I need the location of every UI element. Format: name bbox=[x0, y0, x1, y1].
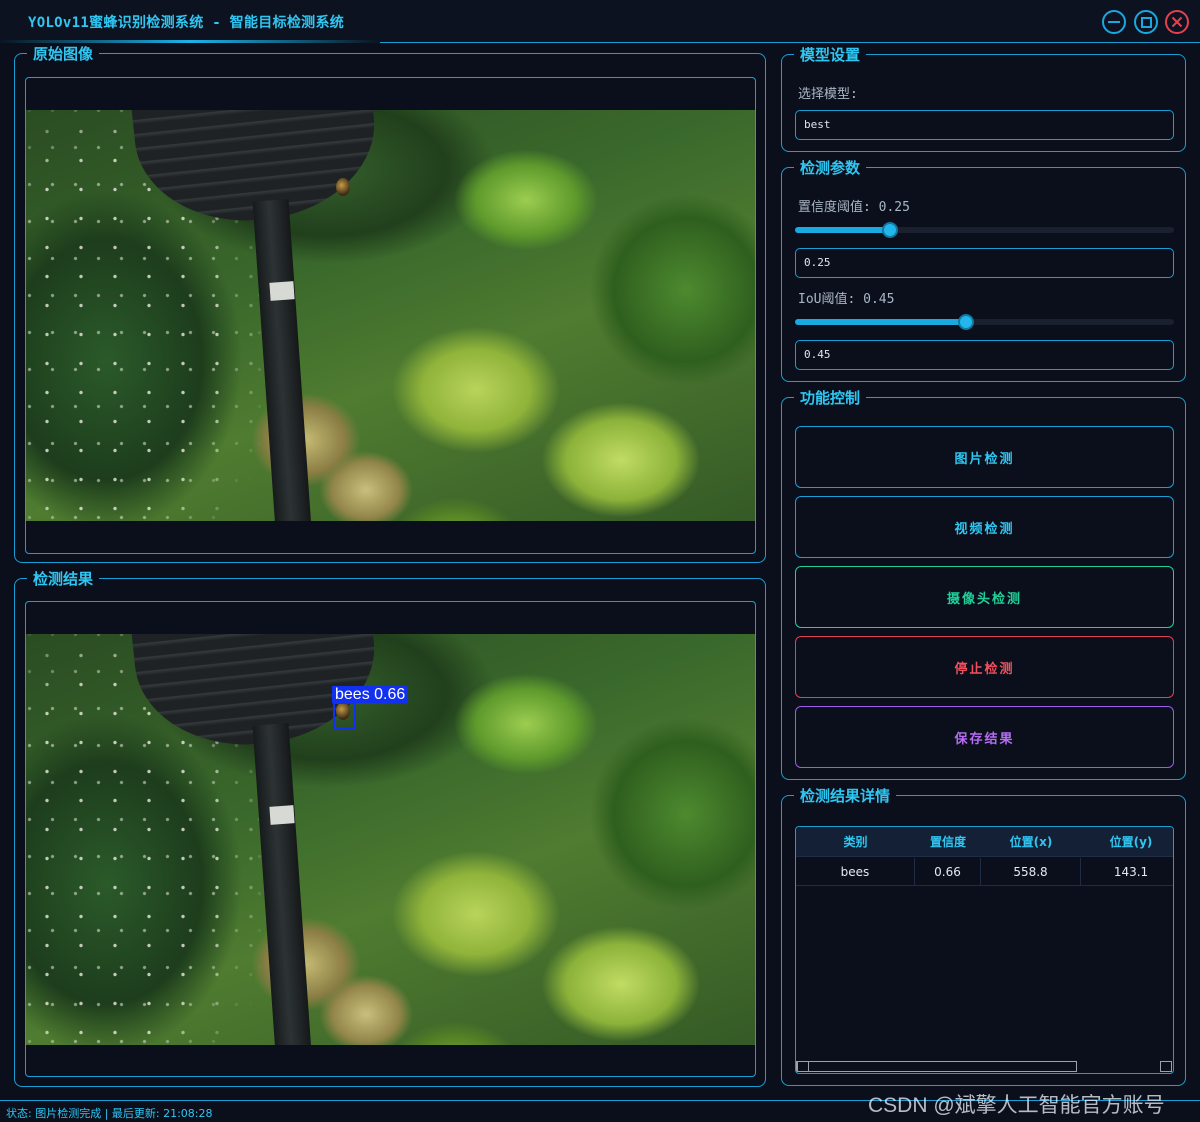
iou-slider-handle[interactable] bbox=[957, 314, 974, 330]
result-image-frame: bees 0.66 bbox=[25, 601, 756, 1077]
window-title: YOLOv11蜜蜂识别检测系统 - 智能目标检测系统 bbox=[28, 15, 345, 31]
original-image-title: 原始图像 bbox=[27, 44, 100, 64]
status-text: 状态: 图片检测完成 | 最后更新: 21:08:28 bbox=[6, 1107, 213, 1120]
function-controls-title: 功能控制 bbox=[794, 388, 867, 408]
close-icon bbox=[1171, 16, 1183, 28]
minimize-icon bbox=[1108, 21, 1120, 23]
model-select-label: 选择模型: bbox=[798, 87, 858, 102]
flower-texture bbox=[26, 110, 755, 521]
model-select[interactable]: best bbox=[795, 110, 1174, 140]
detection-params-panel: 检测参数 置信度阈值: 0.25 0.25 IoU阈值: 0.45 0.45 bbox=[781, 158, 1186, 382]
camera-detect-button[interactable]: 摄像头检测 bbox=[795, 566, 1174, 628]
iou-slider-fill bbox=[795, 319, 966, 325]
table-header: 类别 置信度 位置(x) 位置(y) bbox=[796, 827, 1173, 857]
title-bar: YOLOv11蜜蜂识别检测系统 - 智能目标检测系统 bbox=[0, 0, 1200, 43]
detection-bounding-box bbox=[333, 702, 356, 730]
original-image-frame bbox=[25, 77, 756, 554]
sensor-tag bbox=[269, 281, 295, 301]
cell-x: 558.8 bbox=[981, 858, 1081, 886]
save-result-button[interactable]: 保存结果 bbox=[795, 706, 1174, 768]
confidence-label: 置信度阈值: 0.25 bbox=[798, 200, 910, 215]
scroll-left-button[interactable] bbox=[797, 1061, 809, 1072]
horizontal-scrollbar[interactable] bbox=[796, 1059, 1173, 1073]
results-detail-panel: 检测结果详情 类别 置信度 位置(x) 位置(y) bees 0.66 558.… bbox=[781, 786, 1186, 1086]
sensor-tag bbox=[269, 805, 295, 825]
bee bbox=[336, 178, 350, 196]
maximize-icon bbox=[1140, 16, 1152, 28]
video-detect-button[interactable]: 视频检测 bbox=[795, 496, 1174, 558]
column-header-class[interactable]: 类别 bbox=[796, 827, 915, 857]
scrollbar-thumb[interactable] bbox=[796, 1061, 1077, 1072]
stop-detect-button[interactable]: 停止检测 bbox=[795, 636, 1174, 698]
detection-result-panel: 检测结果 bees 0.66 bbox=[14, 569, 766, 1087]
cell-y: 143.1 bbox=[1113, 865, 1149, 879]
title-accent-line bbox=[0, 40, 380, 43]
result-image: bees 0.66 bbox=[26, 634, 755, 1045]
confidence-slider-fill bbox=[795, 227, 890, 233]
column-header-y[interactable]: 位置(y) bbox=[1081, 827, 1173, 857]
detection-result-title: 检测结果 bbox=[27, 569, 100, 589]
cell-class: bees bbox=[796, 858, 915, 886]
function-controls-panel: 功能控制 图片检测 视频检测 摄像头检测 停止检测 保存结果 bbox=[781, 388, 1186, 780]
confidence-input[interactable]: 0.25 bbox=[795, 248, 1174, 278]
minimize-button[interactable] bbox=[1102, 10, 1126, 34]
iou-input[interactable]: 0.45 bbox=[795, 340, 1174, 370]
original-image bbox=[26, 110, 755, 521]
original-image-panel: 原始图像 bbox=[14, 44, 766, 563]
cell-confidence: 0.66 bbox=[915, 858, 981, 886]
column-header-confidence[interactable]: 置信度 bbox=[915, 827, 981, 857]
detection-params-title: 检测参数 bbox=[794, 158, 867, 178]
close-button[interactable] bbox=[1165, 10, 1189, 34]
results-detail-title: 检测结果详情 bbox=[794, 786, 897, 806]
model-settings-title: 模型设置 bbox=[794, 45, 867, 65]
iou-slider[interactable] bbox=[795, 314, 1174, 330]
maximize-button[interactable] bbox=[1134, 10, 1158, 34]
detection-box-label: bees 0.66 bbox=[332, 686, 409, 703]
table-row[interactable]: bees 0.66 558.8 143.1 bbox=[796, 858, 1173, 886]
confidence-slider[interactable] bbox=[795, 222, 1174, 238]
column-header-x[interactable]: 位置(x) bbox=[981, 827, 1081, 857]
image-detect-button[interactable]: 图片检测 bbox=[795, 426, 1174, 488]
scroll-right-button[interactable] bbox=[1160, 1061, 1172, 1072]
watermark: CSDN @斌擎人工智能官方账号 bbox=[868, 1094, 1165, 1117]
model-settings-panel: 模型设置 选择模型: best bbox=[781, 45, 1186, 152]
iou-label: IoU阈值: 0.45 bbox=[798, 292, 895, 307]
results-table: 类别 置信度 位置(x) 位置(y) bees 0.66 558.8 143.1 bbox=[795, 826, 1174, 1074]
confidence-slider-handle[interactable] bbox=[881, 222, 898, 238]
